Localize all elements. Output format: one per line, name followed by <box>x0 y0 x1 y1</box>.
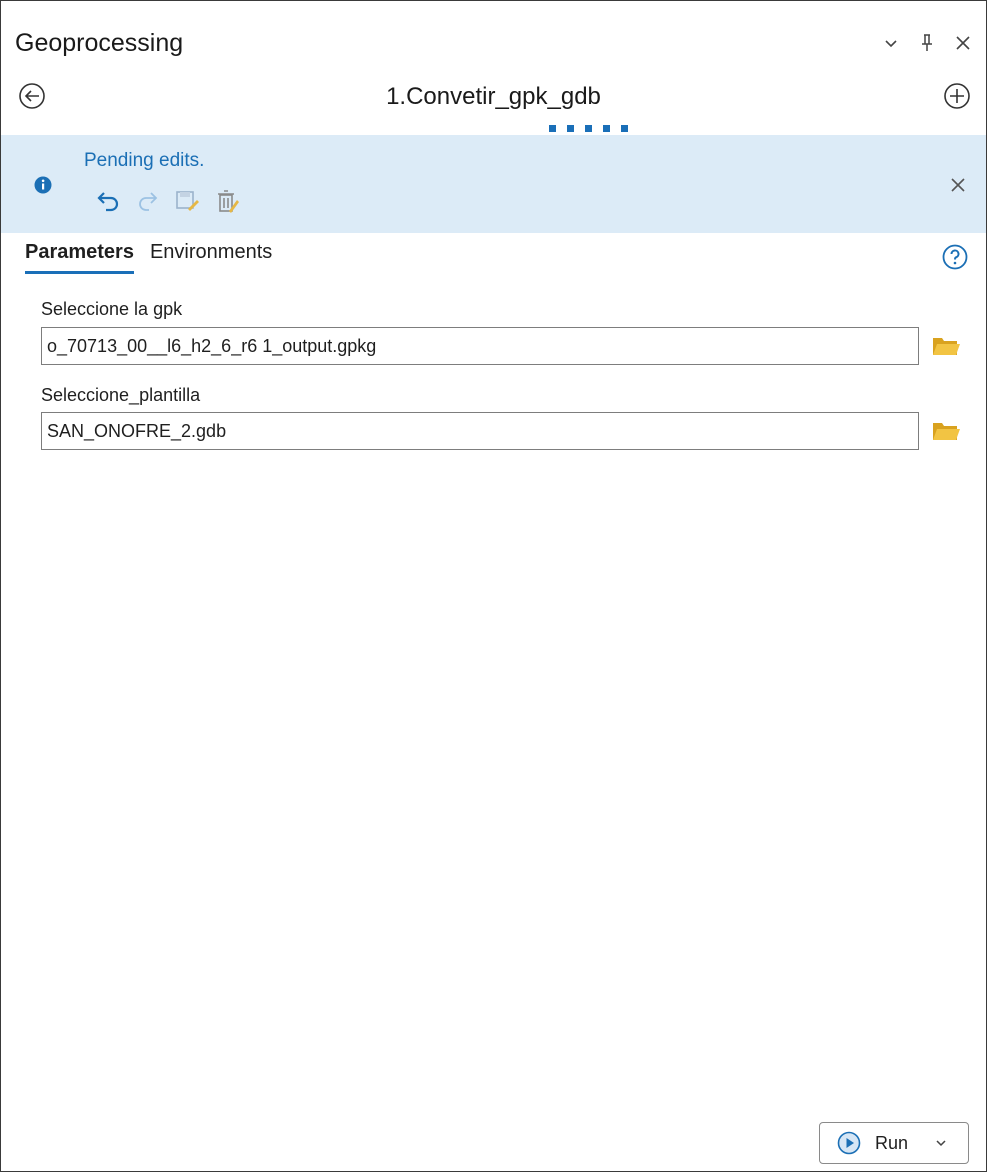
info-icon <box>34 176 52 194</box>
tab-parameters[interactable]: Parameters <box>25 241 134 274</box>
play-icon <box>837 1131 861 1155</box>
pending-edits-banner: Pending edits. <box>1 135 986 233</box>
chevron-down-icon[interactable] <box>880 29 902 57</box>
progress-indicator <box>549 125 628 132</box>
pin-icon[interactable] <box>916 29 938 57</box>
tool-tabs: Parameters Environments <box>25 241 288 274</box>
tool-header: 1.Convetir_gpk_gdb <box>1 75 986 133</box>
folder-icon[interactable] <box>931 333 961 359</box>
discard-edits-icon[interactable] <box>215 187 241 215</box>
tool-name: 1.Convetir_gpk_gdb <box>386 83 601 110</box>
plantilla-input[interactable]: SAN_ONOFRE_2.gdb <box>41 412 919 450</box>
save-edits-icon[interactable] <box>175 187 201 215</box>
close-icon[interactable] <box>952 29 974 57</box>
chevron-down-icon[interactable] <box>934 1136 948 1150</box>
redo-icon[interactable] <box>135 187 161 215</box>
tab-environments[interactable]: Environments <box>150 241 272 274</box>
folder-icon[interactable] <box>931 418 961 444</box>
param-label-gpk: Seleccione la gpk <box>41 299 183 319</box>
param-label-plantilla: Seleccione_plantilla <box>41 385 201 405</box>
title-bar: Geoprocessing <box>1 1 986 69</box>
pane-title: Geoprocessing <box>15 29 184 57</box>
gpk-input[interactable]: o_70713_00__l6_h2_6_r6 1_output.gpkg <box>41 327 919 365</box>
close-banner-icon[interactable] <box>948 175 968 195</box>
geoprocessing-pane: Geoprocessing 1.Convetir_gpk_gdb Pending… <box>0 0 987 1172</box>
edit-tools <box>95 187 241 215</box>
add-icon[interactable] <box>942 81 972 111</box>
run-button[interactable]: Run <box>819 1122 969 1164</box>
undo-icon[interactable] <box>95 187 121 215</box>
title-controls <box>880 29 974 57</box>
help-icon[interactable] <box>942 244 968 270</box>
run-label: Run <box>875 1132 909 1153</box>
banner-message: Pending edits. <box>84 150 205 171</box>
